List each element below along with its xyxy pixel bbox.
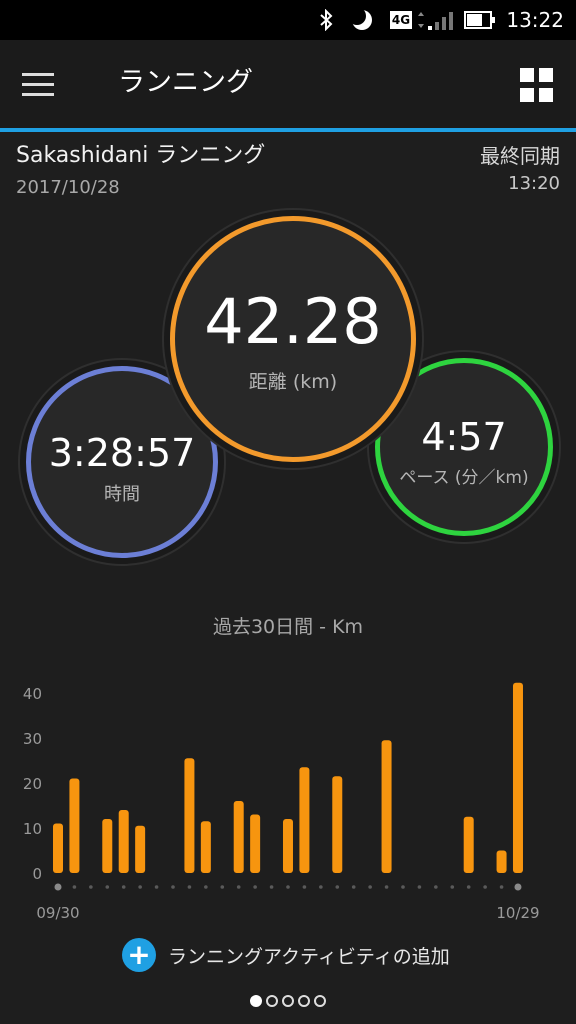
bar [463, 816, 474, 873]
x-tick-dot [351, 885, 356, 889]
x-tick-dot [220, 885, 225, 889]
page-dot[interactable] [250, 995, 262, 1007]
x-tick-dot [187, 885, 192, 889]
network-type: 4G [389, 11, 413, 29]
time-label: 時間 [104, 484, 140, 505]
moon-icon [349, 8, 375, 32]
x-tick-dot [499, 885, 504, 889]
bar [184, 758, 195, 873]
y-tick-label: 40 [23, 685, 42, 703]
app-bar: ランニング [0, 40, 576, 128]
x-tick-dot [204, 885, 208, 889]
x-tick-dot [286, 885, 290, 889]
network-4g-icon: 4G [388, 8, 414, 32]
sync-time: 13:20 [508, 173, 560, 194]
x-tick-dot [72, 885, 77, 889]
x-start-label: 09/30 [36, 904, 79, 922]
bar [118, 810, 129, 873]
bar [496, 850, 507, 873]
x-end-label: 10/29 [496, 904, 539, 922]
page-dot[interactable] [282, 995, 294, 1007]
signal-icon [416, 8, 458, 32]
x-tick-dot [417, 885, 422, 889]
bar [512, 682, 523, 873]
distance-value: 42.28 [204, 284, 382, 358]
pace-label: ペース (分／km) [399, 467, 529, 488]
sync-date: 2017/10/28 [16, 177, 120, 198]
bar [332, 776, 343, 873]
x-tick-dot [89, 885, 93, 889]
chart-title: 過去30日間 - Km [212, 616, 364, 638]
device-name: Sakashidani ランニング [16, 143, 266, 168]
bar [250, 814, 261, 873]
plus-icon: + [122, 938, 156, 972]
x-tick-dot [236, 885, 241, 889]
sync-label: 最終同期 [480, 144, 560, 168]
x-tick-dot [171, 885, 175, 889]
x-tick-dot [302, 885, 307, 889]
y-tick-label: 30 [23, 730, 42, 748]
distance-bar-chart[interactable]: 0 10 20 30 40 09/30 10/29 [0, 670, 576, 930]
x-tick-dot [269, 885, 274, 889]
x-tick-dot [253, 885, 257, 889]
x-tick-dot [368, 885, 372, 889]
y-tick-label: 10 [23, 820, 42, 838]
page-dot[interactable] [266, 995, 278, 1007]
x-tick-dot [154, 885, 159, 889]
time-value: 3:28:57 [48, 431, 196, 475]
menu-icon[interactable] [22, 64, 66, 104]
add-activity-button[interactable]: + ランニングアクティビティの追加 [122, 937, 450, 973]
x-tick-dot [401, 885, 405, 889]
x-tick-dot [434, 885, 438, 889]
status-time: 13:22 [506, 8, 564, 32]
x-tick-dot [319, 885, 323, 889]
accent-divider [0, 128, 576, 132]
x-tick-dot [121, 885, 126, 889]
y-tick-label: 20 [23, 775, 42, 793]
status-bar: 4G 13:22 [0, 0, 576, 40]
bar [53, 823, 63, 873]
page-dot[interactable] [298, 995, 310, 1007]
bar [200, 821, 211, 873]
y-tick-label: 0 [32, 865, 42, 883]
bar [102, 819, 113, 873]
page-indicator[interactable] [250, 995, 326, 1007]
bar [299, 767, 310, 873]
x-tick-dot [384, 885, 389, 889]
x-tick-dot [138, 885, 142, 889]
battery-icon [464, 8, 496, 32]
page-title: ランニング [118, 67, 253, 98]
grid-icon[interactable] [520, 68, 554, 102]
x-tick-dot [54, 883, 62, 891]
bar [381, 740, 392, 873]
pace-value: 4:57 [421, 414, 507, 459]
add-activity-label: ランニングアクティビティの追加 [168, 945, 450, 968]
bar [233, 801, 244, 873]
distance-stat-circle[interactable]: 42.28 距離 (km) [170, 216, 416, 462]
x-tick-dot [105, 885, 110, 889]
bluetooth-icon [315, 8, 337, 32]
page-dot[interactable] [314, 995, 326, 1007]
bar [282, 819, 293, 873]
x-tick-dot [466, 885, 471, 889]
x-tick-dot [335, 885, 340, 889]
x-tick-dot [483, 885, 487, 889]
distance-label: 距離 (km) [248, 370, 338, 393]
x-tick-dot [450, 885, 455, 889]
bar [135, 825, 146, 873]
bar [69, 778, 80, 873]
x-tick-dot [514, 883, 522, 891]
